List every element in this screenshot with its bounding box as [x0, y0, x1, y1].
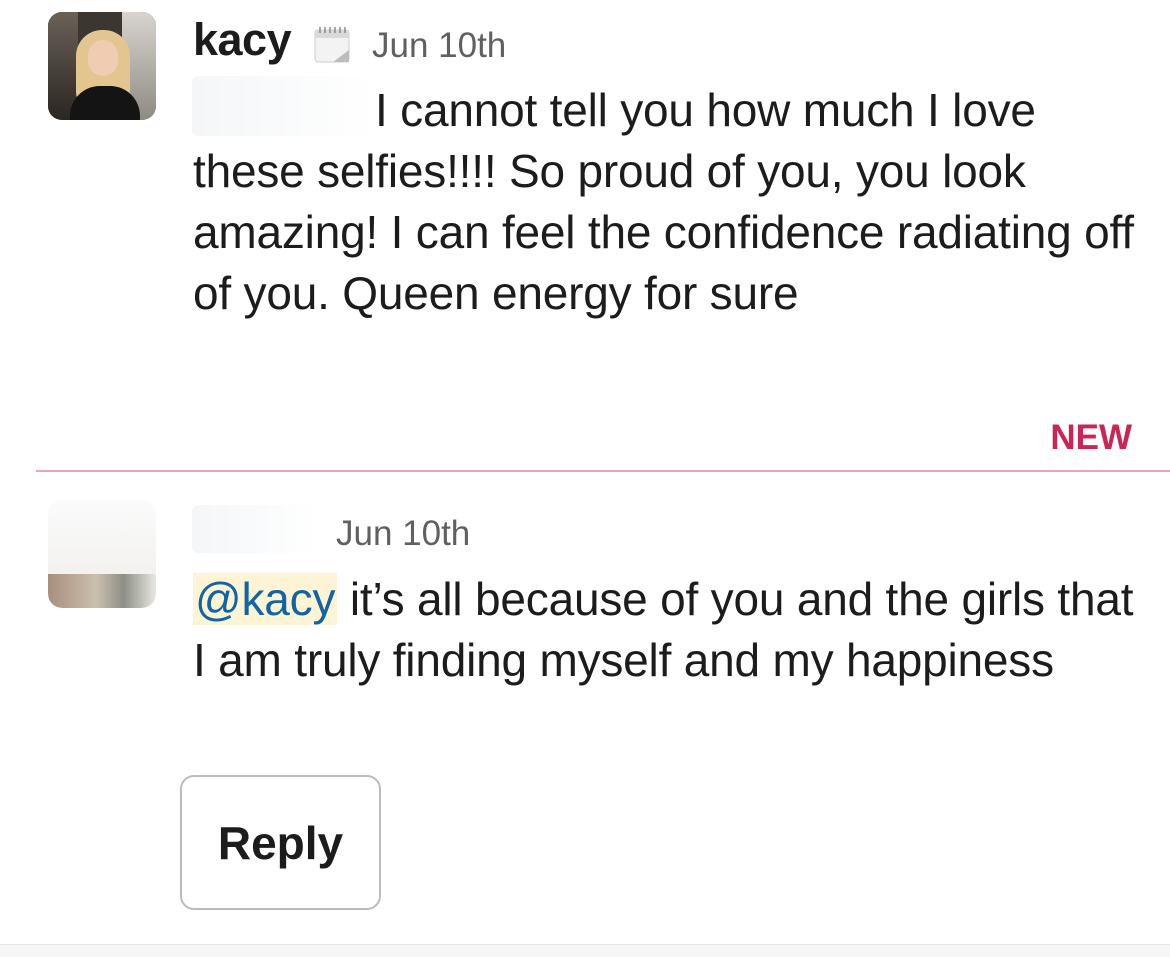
new-messages-divider [36, 470, 1170, 472]
user-mention[interactable]: @kacy [193, 573, 338, 625]
message-thread: kacy Jun 10th I cannot tell you how much… [0, 0, 1170, 957]
redacted-username [192, 505, 318, 553]
message-text-line: I cannot tell you how much I love [375, 84, 1036, 136]
message-text-rest: these selfies!!!! So proud of you, you l… [193, 145, 1134, 319]
timestamp[interactable]: Jun 10th [336, 514, 470, 554]
reply-button[interactable]: Reply [180, 775, 381, 910]
message-text: @kacy it’s all because of you and the gi… [193, 569, 1143, 691]
avatar[interactable] [48, 12, 156, 120]
calendar-icon [314, 27, 350, 63]
username[interactable]: kacy [193, 14, 292, 66]
new-messages-label: NEW [1050, 418, 1132, 457]
avatar[interactable] [48, 500, 156, 608]
message-text: I cannot tell you how much I love these … [193, 80, 1143, 324]
divider [0, 944, 1170, 957]
timestamp[interactable]: Jun 10th [372, 26, 506, 66]
